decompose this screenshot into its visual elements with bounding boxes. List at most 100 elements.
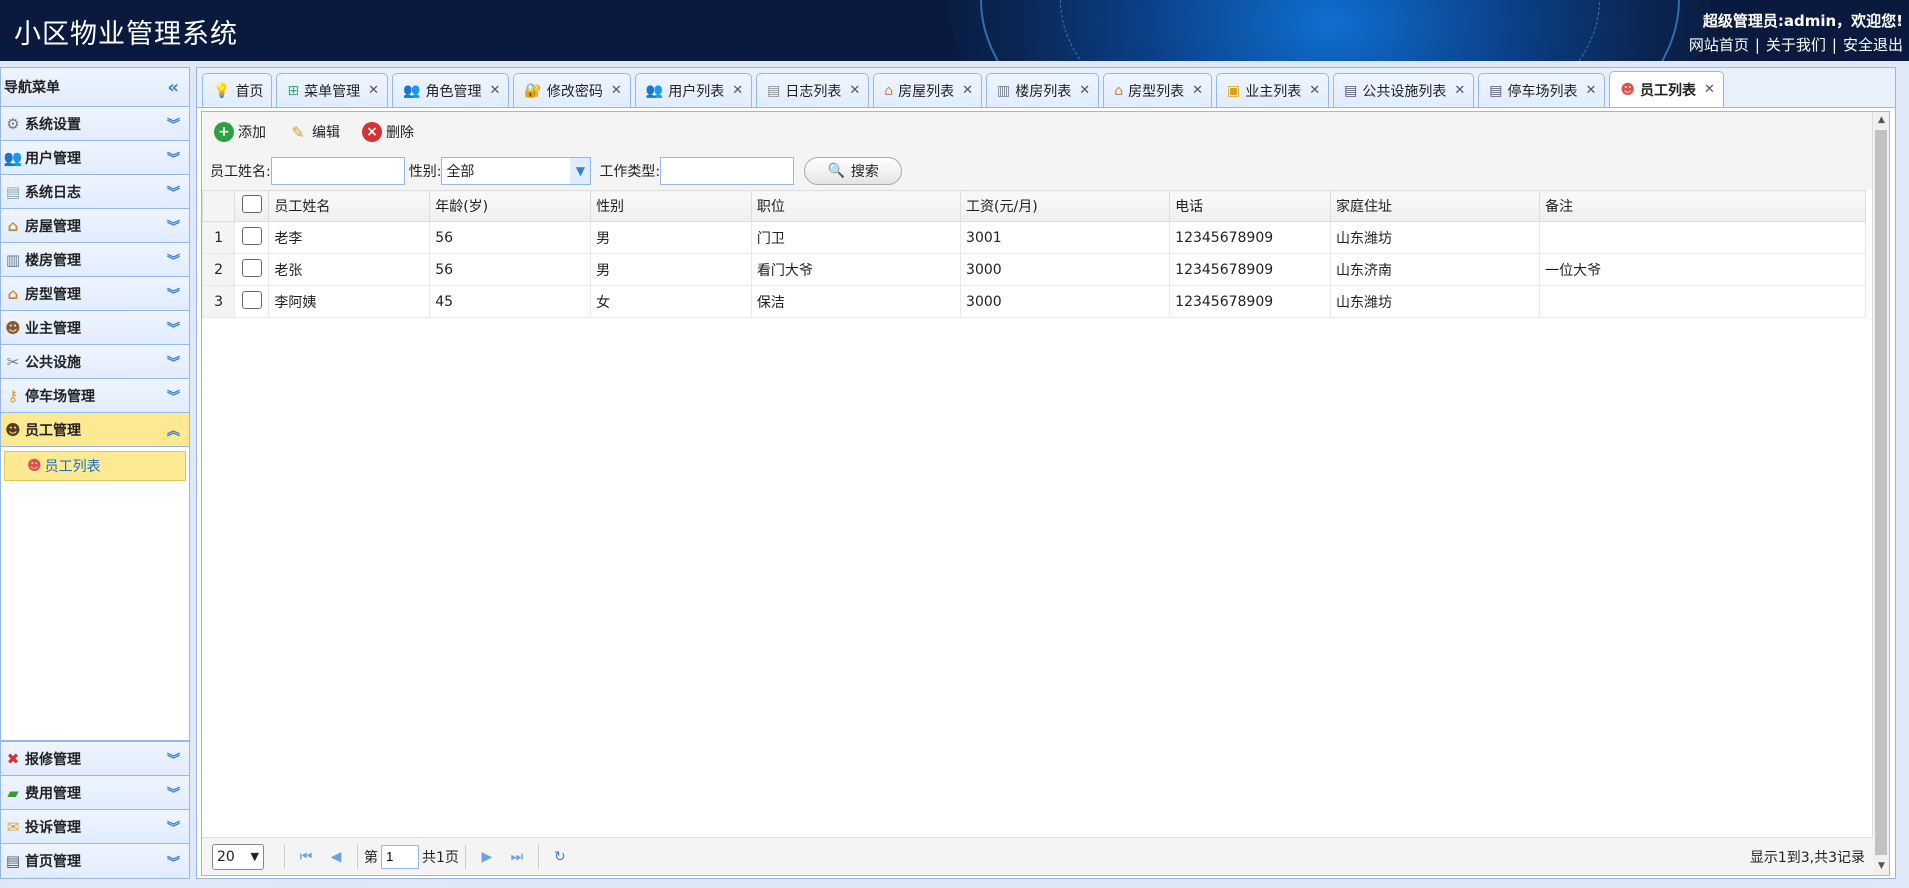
menu-public-facilities[interactable]: ✂ 公共设施 ︾ [1,345,189,379]
column-header[interactable]: 员工姓名 [268,190,431,222]
log-icon: ▤ [5,182,21,201]
scroll-down-icon[interactable]: ▼ [1873,858,1890,875]
tab-role-management[interactable]: 👥 角色管理 ✕ [392,73,510,107]
close-icon[interactable]: ✕ [611,83,622,98]
tab-house-type-list[interactable]: ⌂ 房型列表 ✕ [1103,73,1212,107]
scroll-thumb[interactable] [1875,130,1887,855]
row-checkbox[interactable] [241,226,262,245]
menu-staff-management[interactable]: ☻ 员工管理 ︽ [1,413,189,447]
close-icon[interactable]: ✕ [490,83,501,98]
close-icon[interactable]: ✕ [1192,83,1203,98]
about-link[interactable]: 关于我们 [1766,36,1826,54]
worktype-input[interactable] [660,157,795,185]
column-header[interactable]: 家庭住址 [1330,190,1541,222]
cell-phone: 12345678909 [1169,221,1332,254]
chevron-down-icon: ︾ [166,254,180,269]
menu-building-management[interactable]: ▥ 楼房管理 ︾ [1,243,189,277]
chevron-down-icon: ︾ [166,855,180,871]
menu-house-type-management[interactable]: ⌂ 房型管理 ︾ [1,277,189,311]
search-button[interactable]: 🔍 搜索 [804,157,903,185]
close-icon[interactable]: ✕ [1454,83,1465,98]
menu-repair-management[interactable]: ✖ 报修管理 ︾ [1,742,189,776]
collapse-left-icon[interactable]: « [167,77,179,98]
staff-name-input[interactable] [270,157,405,185]
close-icon[interactable]: ✕ [1309,83,1320,98]
staff-icon: ☻ [1620,81,1636,98]
tab-menu-management[interactable]: ⊞ 菜单管理 ✕ [276,73,389,107]
tab-public-facility-list[interactable]: ▤ 公共设施列表 ✕ [1333,73,1475,107]
cell-salary: 3001 [960,221,1171,254]
table-row[interactable]: 2 老张 56 男 看门大爷 3000 12345678909 山东济南 一位大… [201,253,1866,286]
tab-staff-list[interactable]: ☻ 员工列表 ✕ [1609,71,1724,107]
menu-complaint-management[interactable]: ✉ 投诉管理 ︾ [1,810,189,844]
vertical-scrollbar[interactable]: ▲ ▼ [1872,112,1889,875]
main-panel: 💡 首页 ⊞ 菜单管理 ✕ 👥 角色管理 ✕ 🔐 修改密码 ✕ 👥 用户列表 ✕ ▤ 日志列表 ✕ ⌂… [196,67,1896,879]
close-icon[interactable]: ✕ [368,83,379,98]
menu-house-management[interactable]: ⌂ 房屋管理 ︾ [1,209,189,243]
row-checkbox[interactable] [241,290,262,309]
close-icon[interactable]: ✕ [1079,83,1090,98]
tab-parking-list[interactable]: ▤ 停车场列表 ✕ [1478,73,1606,107]
first-page-icon[interactable]: ⏮ [291,849,321,865]
delete-label: 删除 [386,125,414,141]
select-all-checkbox[interactable] [241,195,262,213]
gender-select[interactable]: 全部 ▼ [441,157,592,185]
row-checkbox[interactable] [241,258,262,277]
column-header[interactable]: 职位 [750,190,962,222]
app-header: 小区物业管理系统 超级管理员:admin，欢迎您! 网站首页 | 关于我们 | 安全退出 [0,0,1909,61]
tab-change-password[interactable]: 🔐 修改密码 ✕ [513,73,631,107]
edit-button[interactable]: ✎ 编辑 [288,122,340,142]
list-icon: ▤ [1489,82,1503,99]
chevron-down-icon: ︾ [166,821,180,836]
menu-parking-management[interactable]: ⚷ 停车场管理 ︾ [1,379,189,413]
column-header[interactable]: 电话 [1169,190,1332,222]
page-number-input[interactable] [381,844,419,869]
divider [284,844,285,869]
cell-remark [1539,221,1866,254]
column-header[interactable]: 年龄(岁) [429,190,592,222]
prev-page-icon[interactable]: ◀ [321,849,351,865]
tab-user-list[interactable]: 👥 用户列表 ✕ [634,73,753,107]
tab-home[interactable]: 💡 首页 [202,73,273,107]
next-page-icon[interactable]: ▶ [472,849,502,865]
delete-button[interactable]: × 删除 [362,122,414,142]
submenu-staff-list[interactable]: ☻ 员工列表 [4,451,186,481]
column-header[interactable]: 性别 [590,190,752,222]
menu-system-log[interactable]: ▤ 系统日志 ︾ [1,175,189,209]
table-row[interactable]: 3 李阿姨 45 女 保洁 3000 12345678909 山东潍坊 [201,285,1866,318]
close-icon[interactable]: ✕ [732,83,743,98]
menu-label: 用户管理 [25,150,81,167]
logout-link[interactable]: 安全退出 [1843,36,1903,54]
divider [537,844,539,869]
pagination-bar: 20 ▼ ⏮ ◀ 第 共1页 ▶ ⏭ ↻ 显示1到3,共3记录 [202,837,1873,875]
menu-fee-management[interactable]: ▰ 费用管理 ︾ [1,776,189,810]
menu-user-management[interactable]: 👥 用户管理 ︾ [1,141,189,175]
refresh-icon[interactable]: ↻ [545,849,575,865]
divider [464,844,466,869]
table-row[interactable]: 1 老李 56 男 门卫 3001 12345678909 山东潍坊 [201,221,1866,254]
tab-house-list[interactable]: ⌂ 房屋列表 ✕ [873,73,983,107]
key-icon: ⚷ [7,386,19,405]
tab-building-list[interactable]: ▥ 楼房列表 ✕ [986,73,1100,107]
money-icon: ▰ [7,783,19,802]
close-icon[interactable]: ✕ [849,83,860,98]
close-icon[interactable]: ✕ [1704,82,1715,97]
scroll-up-icon[interactable]: ▲ [1873,112,1890,129]
menu-owner-management[interactable]: ☻ 业主管理 ︾ [1,311,189,345]
menu-label: 报修管理 [25,751,81,768]
add-button[interactable]: + 添加 [214,122,266,142]
close-icon[interactable]: ✕ [1586,83,1597,98]
close-icon[interactable]: ✕ [962,83,973,98]
menu-system-settings[interactable]: ⚙ 系统设置 ︾ [1,107,189,141]
menu-homepage-management[interactable]: ▤ 首页管理 ︾ [1,844,189,878]
tab-owner-list[interactable]: ▣ 业主列表 ✕ [1215,73,1330,107]
last-page-icon[interactable]: ⏭ [502,849,532,865]
cell-phone: 12345678909 [1169,253,1332,286]
page-size-select[interactable]: 20 ▼ [212,843,264,870]
column-header[interactable]: 备注 [1539,190,1866,222]
tab-log-list[interactable]: ▤ 日志列表 ✕ [756,73,870,107]
staff-icon: ☻ [27,458,42,474]
column-header[interactable]: 工资(元/月) [960,190,1171,222]
chevron-down-icon: ︾ [166,322,180,337]
home-site-link[interactable]: 网站首页 [1689,36,1749,54]
